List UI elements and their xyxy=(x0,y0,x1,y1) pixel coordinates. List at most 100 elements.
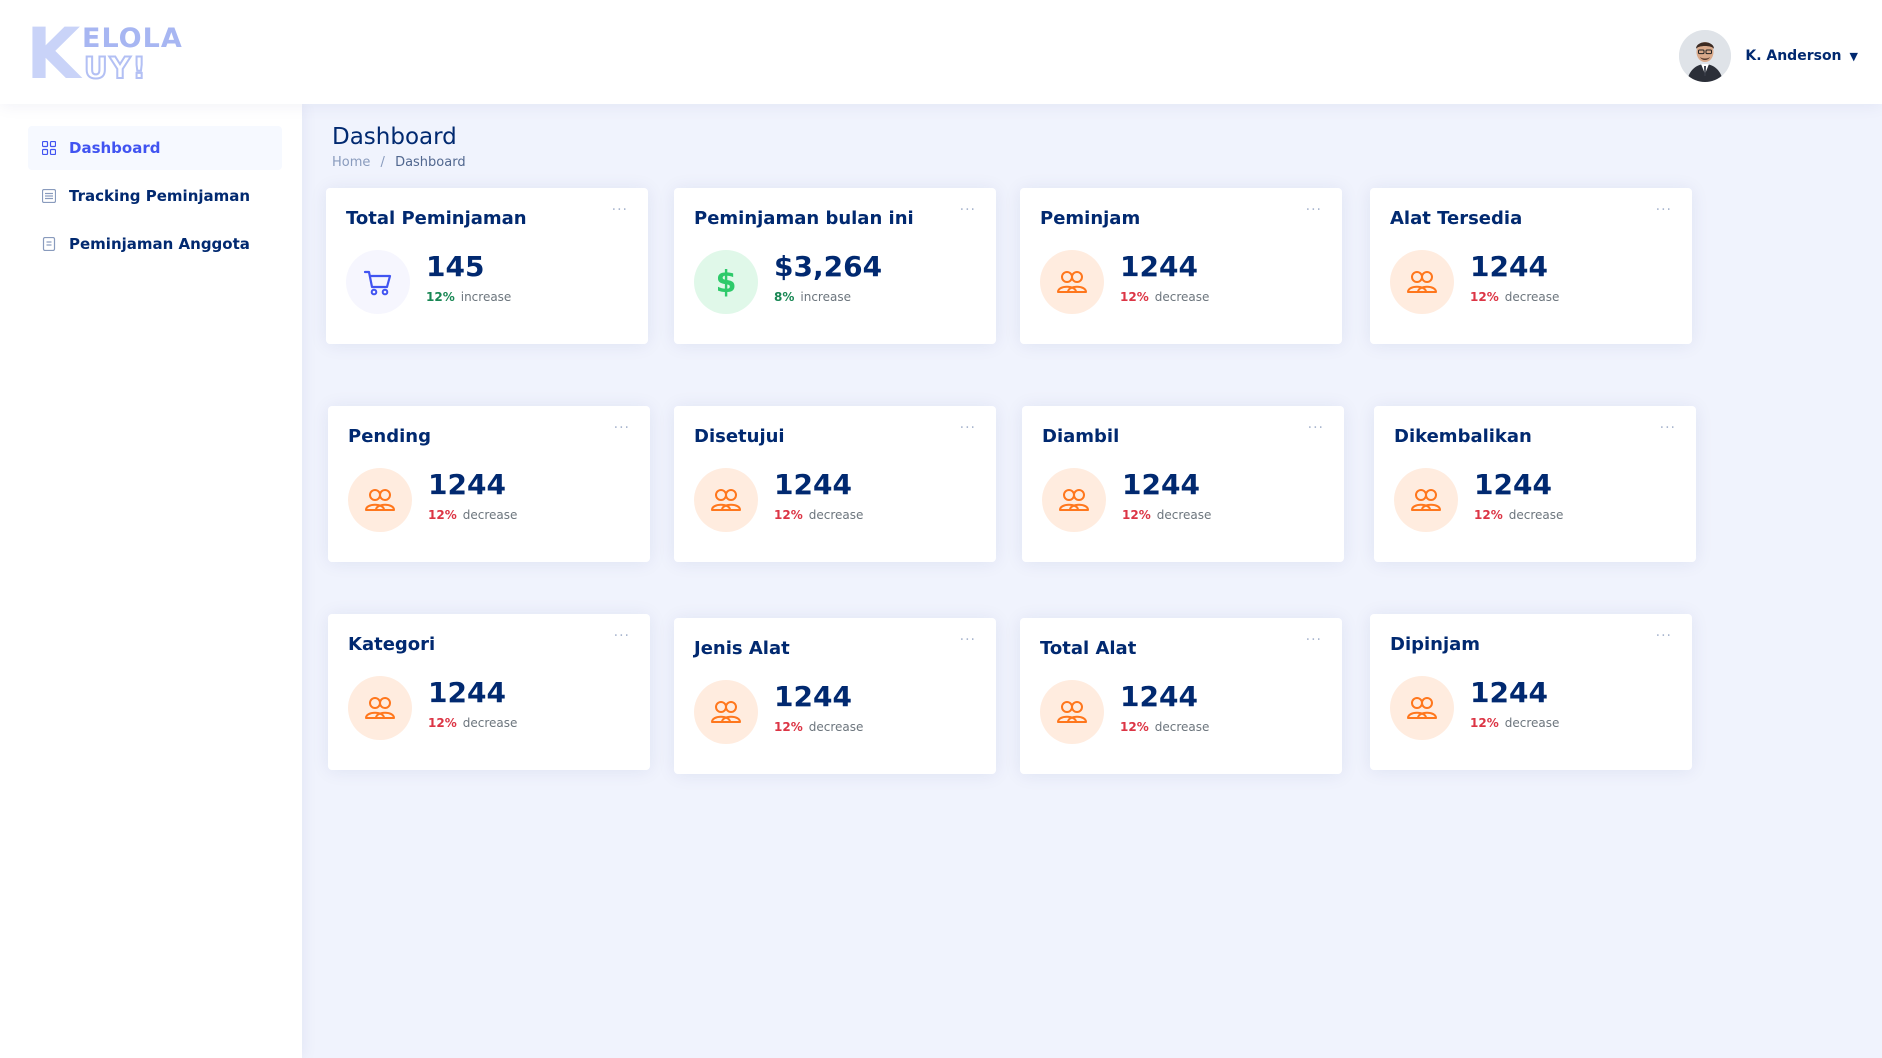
more-options-icon[interactable]: ··· xyxy=(1656,202,1672,218)
card-title: Diambil xyxy=(1042,426,1120,447)
card-icon-circle xyxy=(1394,468,1458,532)
grid-icon xyxy=(42,141,56,155)
card-title: Peminjam xyxy=(1040,208,1141,229)
card-value: 1244 xyxy=(1122,468,1200,501)
document-icon xyxy=(42,237,56,251)
more-options-icon[interactable]: ··· xyxy=(1308,420,1324,436)
trend-percent: 12% xyxy=(1120,720,1149,734)
card-value: 1244 xyxy=(428,676,506,709)
sidebar-item-peminjaman-anggota[interactable]: Peminjaman Anggota xyxy=(28,222,282,266)
logo-line-2: UY! xyxy=(83,51,148,85)
card-title: Dikembalikan xyxy=(1394,426,1532,447)
more-options-icon[interactable]: ··· xyxy=(1306,202,1322,218)
card-value: 1244 xyxy=(1474,468,1552,501)
card-trend: 12% decrease xyxy=(1122,508,1211,522)
logo[interactable]: K ELOLA UY! xyxy=(26,16,186,92)
people-icon xyxy=(711,489,741,511)
more-options-icon[interactable]: ··· xyxy=(960,202,976,218)
people-icon xyxy=(1411,489,1441,511)
user-menu[interactable]: K. Anderson ▼ xyxy=(1679,30,1858,82)
trend-percent: 12% xyxy=(774,720,803,734)
sidebar-item-dashboard[interactable]: Dashboard xyxy=(28,126,282,170)
people-icon xyxy=(1057,271,1087,293)
people-icon xyxy=(711,701,741,723)
card-value: $3,264 xyxy=(774,250,883,283)
card-value: 1244 xyxy=(428,468,506,501)
more-options-icon[interactable]: ··· xyxy=(612,202,628,218)
card-title: Total Alat xyxy=(1040,638,1137,659)
trend-percent: 12% xyxy=(1474,508,1503,522)
card-icon-circle xyxy=(694,468,758,532)
sidebar-item-tracking-peminjaman[interactable]: Tracking Peminjaman xyxy=(28,174,282,218)
chevron-down-icon[interactable]: ▼ xyxy=(1850,50,1858,63)
card-icon-circle xyxy=(694,680,758,744)
main-content: Dashboard Home / Dashboard Total Peminja… xyxy=(302,104,1882,1058)
logo-line-1: ELOLA xyxy=(82,23,183,54)
card-icon-circle xyxy=(1042,468,1106,532)
card-icon-circle xyxy=(1390,676,1454,740)
stat-card-disetujui: Disetujui ··· 1244 12% decrease xyxy=(674,406,996,562)
more-options-icon[interactable]: ··· xyxy=(1306,632,1322,648)
card-trend: 12% decrease xyxy=(774,720,863,734)
breadcrumb-current: Dashboard xyxy=(395,155,466,170)
stat-card-diambil: Diambil ··· 1244 12% decrease xyxy=(1022,406,1344,562)
breadcrumb-separator: / xyxy=(380,155,385,170)
top-header: K ELOLA UY! K. Anderson ▼ xyxy=(0,0,1882,104)
stat-card-jenis-alat: Jenis Alat ··· 1244 12% decrease xyxy=(674,618,996,774)
card-value: 1244 xyxy=(1470,676,1548,709)
card-icon-circle xyxy=(346,250,410,314)
sidebar: Dashboard Tracking Peminjaman Peminjaman… xyxy=(0,104,302,1058)
card-title: Pending xyxy=(348,426,431,447)
more-options-icon[interactable]: ··· xyxy=(960,632,976,648)
trend-percent: 12% xyxy=(1470,290,1499,304)
card-icon-circle xyxy=(1040,680,1104,744)
avatar[interactable] xyxy=(1679,30,1732,82)
trend-label: decrease xyxy=(462,716,518,730)
trend-percent: 8% xyxy=(774,290,795,304)
more-options-icon[interactable]: ··· xyxy=(614,420,630,436)
card-trend: 12% decrease xyxy=(1120,290,1209,304)
more-options-icon[interactable]: ··· xyxy=(1656,628,1672,644)
card-title: Jenis Alat xyxy=(694,638,790,659)
card-icon-circle xyxy=(1040,250,1104,314)
trend-percent: 12% xyxy=(1122,508,1151,522)
stat-card-dikembalikan: Dikembalikan ··· 1244 12% decrease xyxy=(1374,406,1696,562)
card-title: Total Peminjaman xyxy=(346,208,527,229)
more-options-icon[interactable]: ··· xyxy=(614,628,630,644)
card-trend: 12% decrease xyxy=(428,716,517,730)
people-icon xyxy=(365,697,395,719)
card-icon-circle: $ xyxy=(694,250,758,314)
card-title: Peminjaman bulan ini xyxy=(694,208,914,229)
stat-card-total-peminjaman: Total Peminjaman ··· 145 12% increase xyxy=(326,188,648,344)
card-value: 145 xyxy=(426,250,485,283)
stat-card-total-alat: Total Alat ··· 1244 12% decrease xyxy=(1020,618,1342,774)
stat-card-pending: Pending ··· 1244 12% decrease xyxy=(328,406,650,562)
stat-card-kategori: Kategori ··· 1244 12% decrease xyxy=(328,614,650,770)
sidebar-item-label: Tracking Peminjaman xyxy=(69,187,251,205)
more-options-icon[interactable]: ··· xyxy=(960,420,976,436)
card-value: 1244 xyxy=(1470,250,1548,283)
app: K ELOLA UY! K. Anderson ▼ Dashboard Trac… xyxy=(0,0,1882,1058)
card-value: 1244 xyxy=(1120,680,1198,713)
card-trend: 12% decrease xyxy=(1470,290,1559,304)
breadcrumb-home[interactable]: Home xyxy=(332,155,370,170)
card-trend: 12% decrease xyxy=(428,508,517,522)
breadcrumb: Home / Dashboard xyxy=(332,155,466,170)
trend-label: decrease xyxy=(1154,290,1210,304)
more-options-icon[interactable]: ··· xyxy=(1660,420,1676,436)
trend-percent: 12% xyxy=(1470,716,1499,730)
trend-percent: 12% xyxy=(426,290,455,304)
stat-card-peminjam: Peminjam ··· 1244 12% decrease xyxy=(1020,188,1342,344)
trend-label: decrease xyxy=(1508,508,1564,522)
trend-label: decrease xyxy=(808,720,864,734)
card-value: 1244 xyxy=(774,468,852,501)
card-value: 1244 xyxy=(1120,250,1198,283)
card-trend: 12% decrease xyxy=(774,508,863,522)
user-name[interactable]: K. Anderson xyxy=(1745,48,1841,64)
card-title: Disetujui xyxy=(694,426,785,447)
people-icon xyxy=(365,489,395,511)
dollar-icon: $ xyxy=(715,264,737,300)
card-trend: 8% increase xyxy=(774,290,851,304)
sidebar-item-label: Peminjaman Anggota xyxy=(69,235,250,253)
card-title: Dipinjam xyxy=(1390,634,1481,655)
